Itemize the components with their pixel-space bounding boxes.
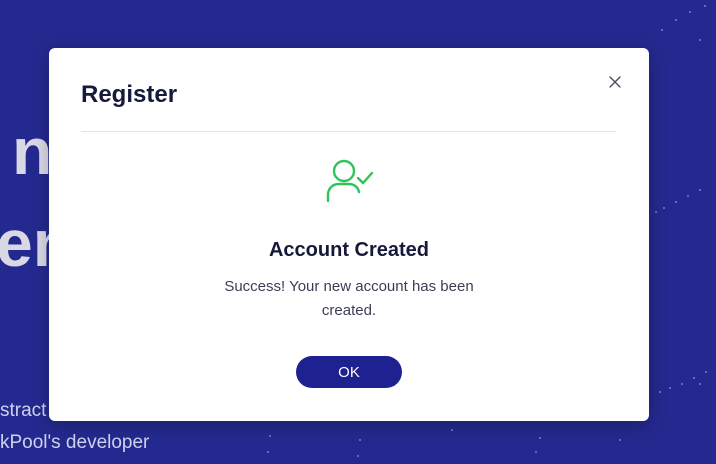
background-heading-line1: n xyxy=(12,114,54,188)
modal-divider xyxy=(81,131,616,132)
ok-button[interactable]: OK xyxy=(296,356,402,388)
close-button[interactable] xyxy=(605,72,625,92)
background-text-line2: kPool's developer xyxy=(0,432,150,453)
close-icon xyxy=(609,76,621,88)
success-title: Account Created xyxy=(268,239,430,261)
modal-title: Register xyxy=(81,81,178,108)
success-message: Success! Your new account has been creat… xyxy=(224,278,474,319)
register-modal: Register Account Created Success! Your n… xyxy=(49,48,649,421)
user-check-icon xyxy=(326,159,374,203)
